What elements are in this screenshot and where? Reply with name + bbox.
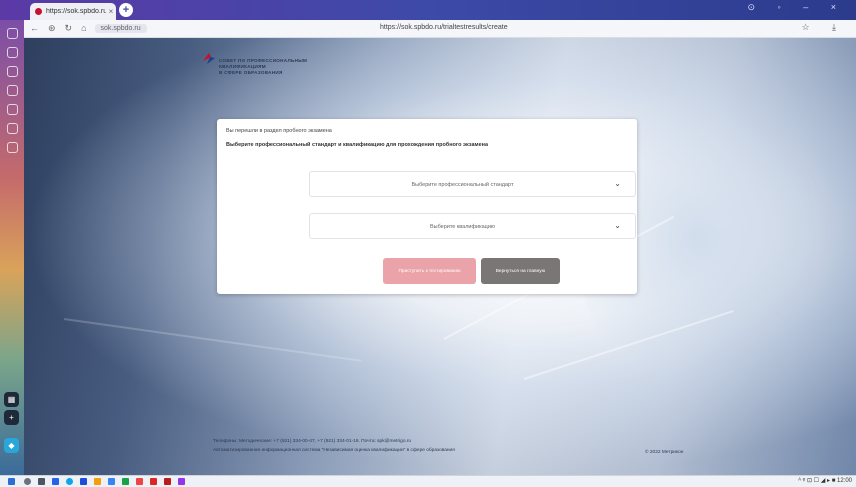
start-icon[interactable] bbox=[8, 478, 15, 485]
folder-icon[interactable] bbox=[94, 478, 101, 485]
footer-system-name: Автоматизированная информационная систем… bbox=[213, 448, 455, 453]
taskbar-app-icon[interactable] bbox=[52, 478, 59, 485]
reload-button[interactable]: ↻ bbox=[65, 23, 73, 34]
sidebar-icon-history[interactable] bbox=[6, 47, 18, 58]
url-field[interactable]: https://sok.spbdo.ru/trialtestresults/cr… bbox=[380, 24, 508, 31]
back-button[interactable]: ← bbox=[30, 23, 39, 34]
sidebar-icon-collections[interactable] bbox=[6, 85, 18, 96]
back-to-main-button[interactable]: Вернуться на главную bbox=[481, 258, 560, 284]
tab-title: https://sok.spbdo.ru/i bbox=[46, 8, 106, 15]
select-placeholder: Выберите профессиональный стандарт bbox=[411, 182, 514, 188]
professional-standard-select[interactable]: Выберите профессиональный стандарт ⌄ bbox=[309, 171, 636, 197]
page-background: СОВЕТ ПО ПРОФЕССИОНАЛЬНЫМ КВАЛИФИКАЦИЯМ … bbox=[24, 38, 856, 475]
copyright: © 2022 Метрикон bbox=[645, 450, 684, 455]
browser-tab-bar: https://sok.spbdo.ru/i × + ⊙ ◦ – × bbox=[0, 0, 856, 20]
sidebar-icon-profile[interactable] bbox=[6, 28, 18, 39]
sidebar-icon-bookmarks[interactable] bbox=[6, 66, 18, 77]
section-instruction-text: Выберите профессиональный стандарт и ква… bbox=[226, 142, 489, 148]
taskbar-app-icon[interactable] bbox=[80, 478, 87, 485]
site-chip[interactable]: sok.spbdo.ru bbox=[94, 24, 147, 33]
chevron-down-icon: ⌄ bbox=[614, 179, 621, 188]
taskbar-app-icon[interactable] bbox=[122, 478, 129, 485]
search-icon[interactable] bbox=[24, 478, 31, 485]
sidebar-icon-downloads[interactable] bbox=[6, 104, 18, 115]
select-placeholder: Выберите квалификацию bbox=[429, 224, 496, 230]
footer: Телефоны: Методические: +7 (921) 334-00-… bbox=[213, 437, 455, 455]
system-tray[interactable]: ᴬ ᵠ ⊡ ☐ ◢ ▸ ■ 12:00 bbox=[798, 477, 852, 484]
home-button[interactable]: ⌂ bbox=[81, 23, 86, 34]
qualification-select[interactable]: Выберите квалификацию ⌄ bbox=[309, 213, 636, 239]
logo-line: В СФЕРЕ ОБРАЗОВАНИЯ bbox=[219, 70, 283, 75]
address-bar: ← ⊛ ↻ ⌂ sok.spbdo.ru https://sok.spbdo.r… bbox=[24, 20, 856, 38]
sidebar-chat-icon[interactable]: ◆ bbox=[4, 438, 19, 453]
taskbar-app-icon[interactable] bbox=[108, 478, 115, 485]
favicon-icon bbox=[35, 8, 42, 15]
site-logo[interactable]: СОВЕТ ПО ПРОФЕССИОНАЛЬНЫМ КВАЛИФИКАЦИЯМ … bbox=[202, 52, 307, 76]
windows-taskbar: ᴬ ᵠ ⊡ ☐ ◢ ▸ ■ 12:00 bbox=[0, 475, 856, 487]
browser-taskbar-icon[interactable] bbox=[178, 478, 185, 485]
chevron-down-icon: ⌄ bbox=[614, 221, 621, 230]
taskbar-app-icon[interactable] bbox=[164, 478, 171, 485]
sidebar-icon-settings[interactable] bbox=[6, 142, 18, 153]
nav-buttons: ← ⊛ ↻ ⌂ bbox=[30, 23, 87, 34]
sidebar-icon-extensions[interactable] bbox=[6, 123, 18, 134]
window-controls[interactable]: ⊙ ◦ – × bbox=[748, 2, 847, 13]
light-streak bbox=[63, 318, 362, 362]
section-intro-text: Вы перешли в раздел пробного экзамена bbox=[226, 128, 332, 134]
taskbar-app-icon[interactable] bbox=[66, 478, 73, 485]
taskbar-app-icon[interactable] bbox=[136, 478, 143, 485]
browser-tab[interactable]: https://sok.spbdo.ru/i × bbox=[30, 3, 116, 20]
footer-contacts: Телефоны: Методические: +7 (921) 334-00-… bbox=[213, 439, 412, 444]
trial-exam-card: Вы перешли в раздел пробного экзамена Вы… bbox=[217, 119, 637, 294]
task-view-icon[interactable] bbox=[38, 478, 45, 485]
toolbar-right-icons[interactable]: ☆ ⤓ bbox=[801, 22, 846, 33]
start-test-button[interactable]: Приступить к тестированию bbox=[383, 258, 476, 284]
sidebar-app-icon[interactable]: ▦ bbox=[4, 392, 19, 407]
browser-sidebar: ▦ + ◆ bbox=[0, 20, 24, 475]
tab-close-icon[interactable]: × bbox=[106, 7, 116, 16]
logo-icon bbox=[203, 53, 215, 64]
taskbar-app-icon[interactable] bbox=[150, 478, 157, 485]
new-tab-button[interactable]: + bbox=[119, 3, 133, 17]
sidebar-add-icon[interactable]: + bbox=[4, 410, 19, 425]
logo-text: СОВЕТ ПО ПРОФЕССИОНАЛЬНЫМ КВАЛИФИКАЦИЯМ … bbox=[219, 58, 307, 76]
shield-icon[interactable]: ⊛ bbox=[48, 23, 56, 34]
